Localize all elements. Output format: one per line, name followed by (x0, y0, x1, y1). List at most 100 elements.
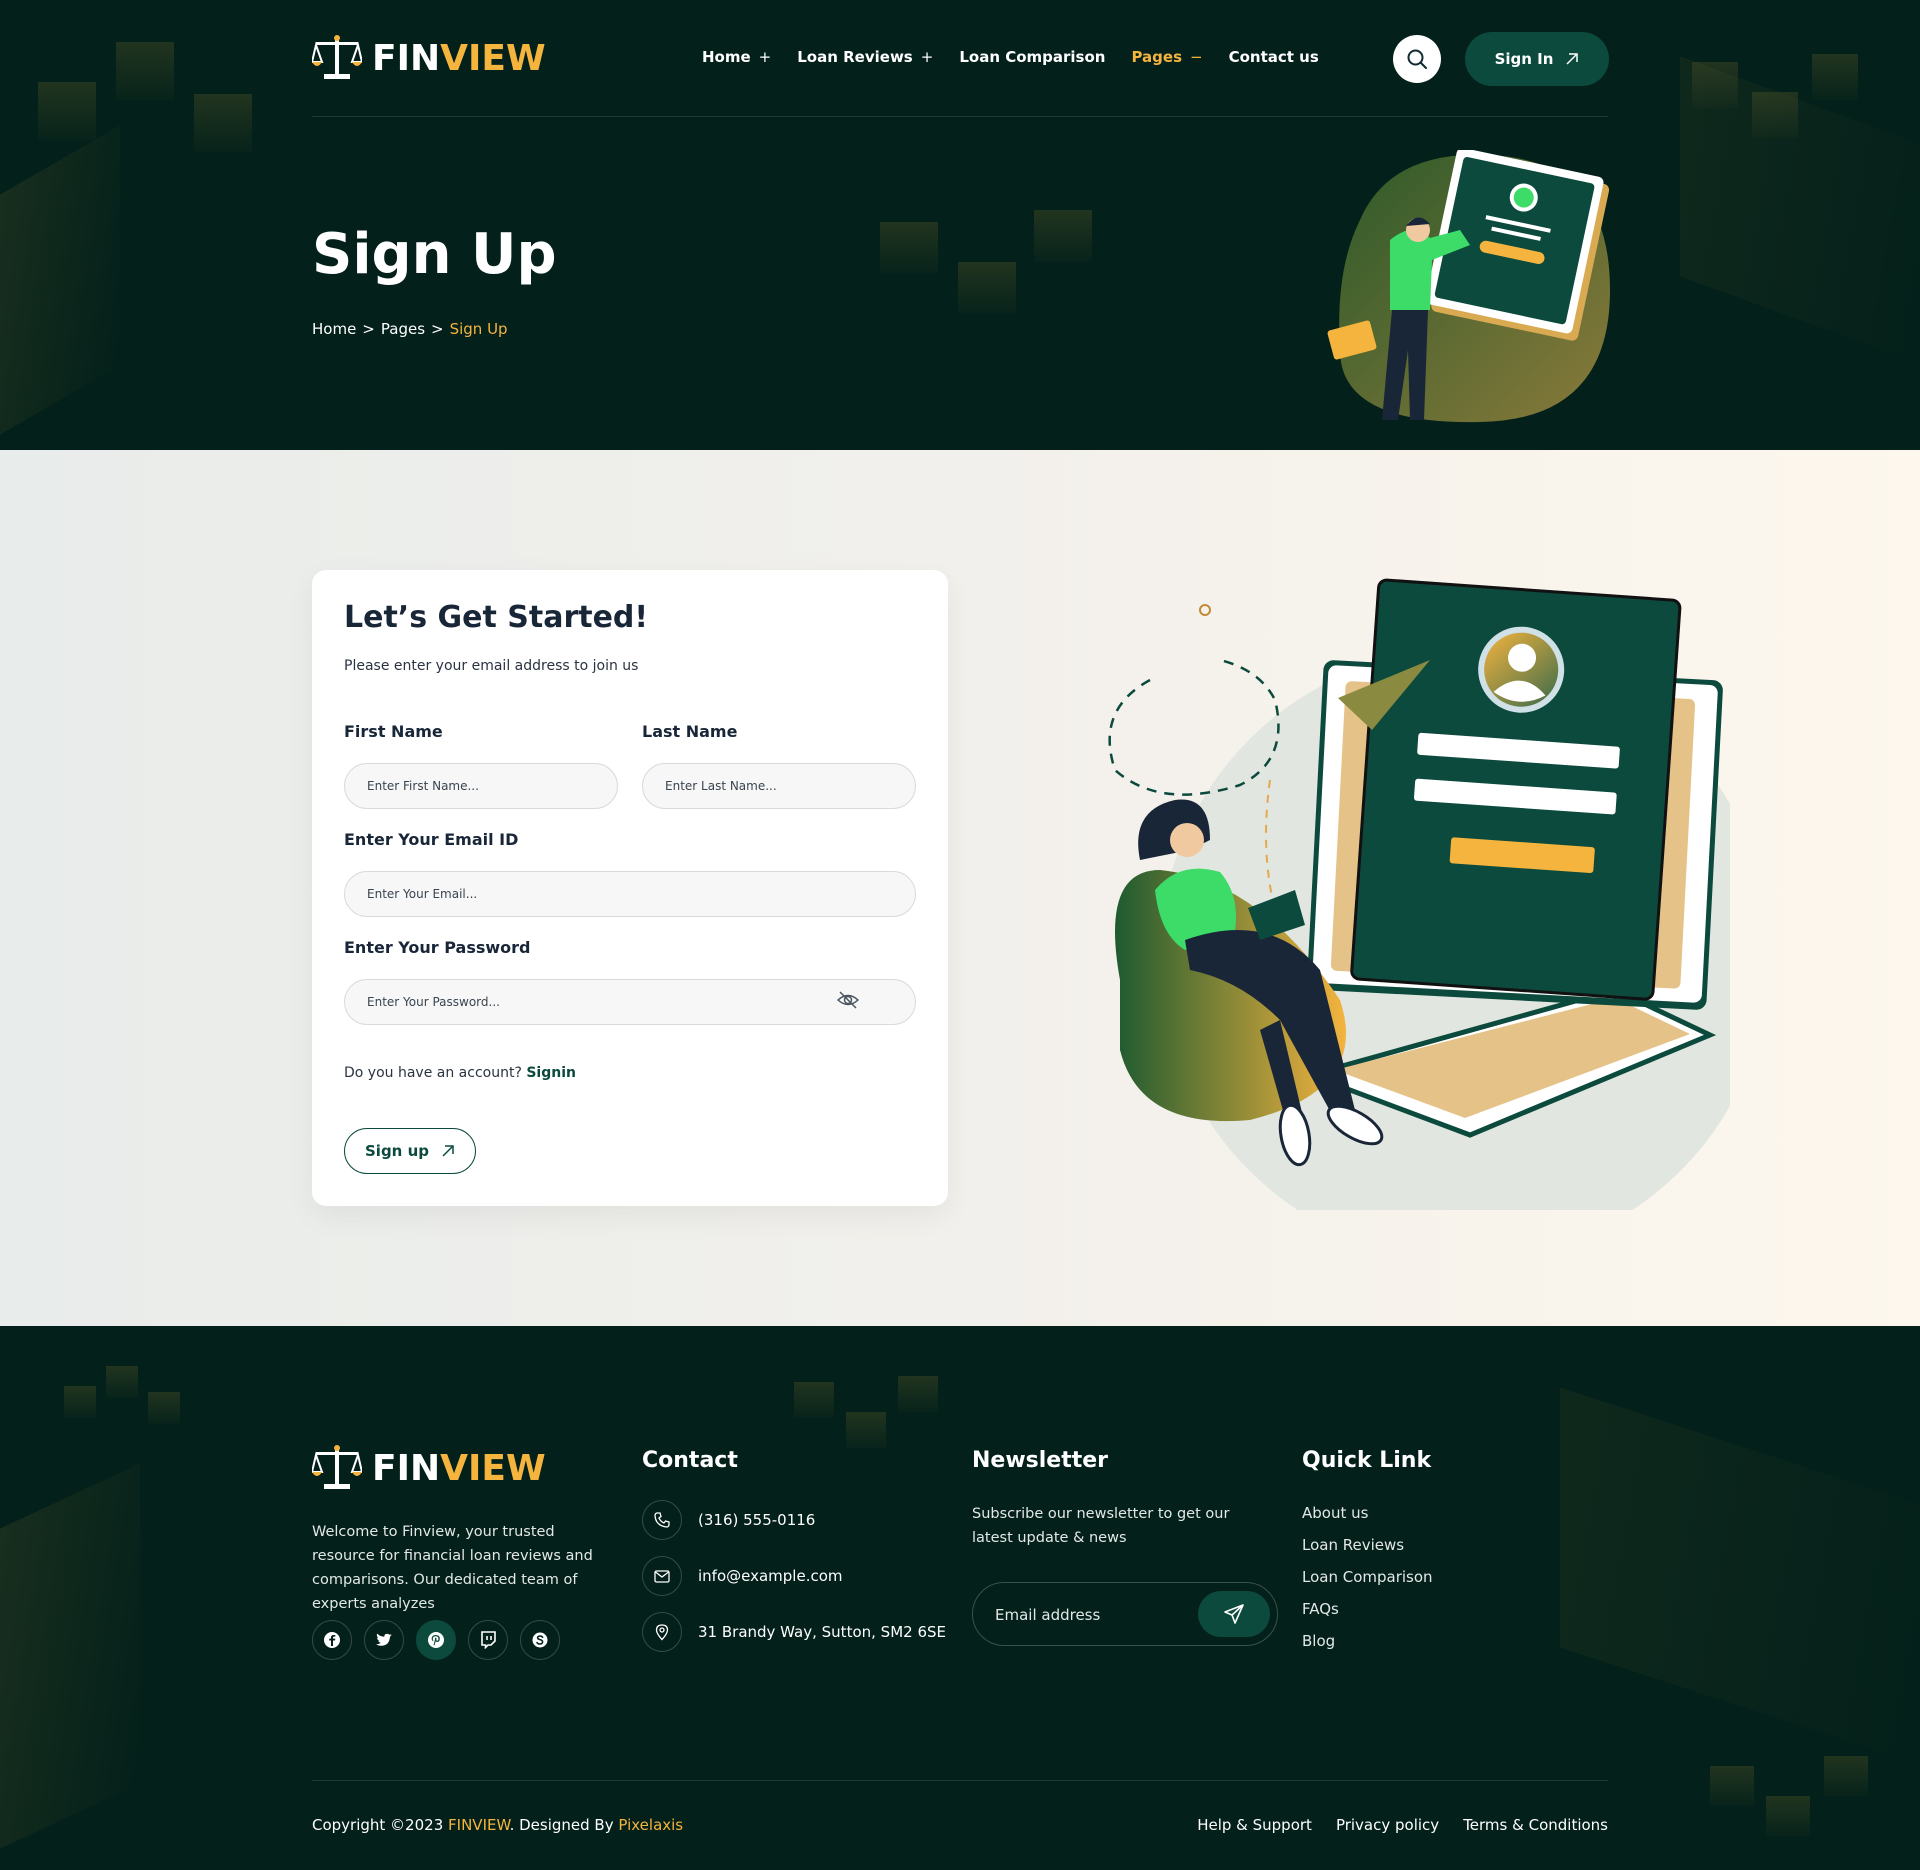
nav-item-pages[interactable]: Pages − (1131, 48, 1202, 66)
breadcrumb-current: Sign Up (449, 320, 508, 338)
site-header: FINVIEW Home + Loan Reviews + Loan Compari… (312, 28, 1609, 88)
facebook-glyph (324, 1632, 340, 1648)
arrow-up-right-icon (442, 1145, 454, 1157)
skype-icon[interactable] (520, 1620, 560, 1660)
plus-icon: + (758, 48, 772, 66)
nav-item-contact[interactable]: Contact us (1229, 48, 1319, 66)
account-prompt: Do you have an account? Signin (344, 1065, 576, 1081)
brand-name-part1: FIN (372, 1447, 441, 1489)
nav-label: Home (702, 48, 751, 66)
email-text: info@example.com (698, 1567, 843, 1585)
sign-in-button[interactable]: Sign In (1465, 32, 1609, 86)
decor-square (794, 1382, 834, 1418)
quick-link-about[interactable]: About us (1302, 1504, 1368, 1522)
last-name-input[interactable] (642, 763, 916, 809)
facebook-icon[interactable] (312, 1620, 352, 1660)
hero-section: FINVIEW Home + Loan Reviews + Loan Compari… (0, 0, 1920, 450)
decor-square (880, 222, 938, 274)
twitch-icon[interactable] (468, 1620, 508, 1660)
decor-square (194, 94, 252, 152)
decor-ray (1560, 1387, 1920, 1765)
signup-button[interactable]: Sign up (344, 1128, 476, 1174)
help-support-link[interactable]: Help & Support (1197, 1816, 1312, 1834)
breadcrumb-separator: > (362, 320, 375, 338)
signin-link[interactable]: Signin (526, 1065, 576, 1081)
first-name-label: First Name (344, 722, 443, 741)
first-name-input[interactable] (344, 763, 618, 809)
designer-link[interactable]: Pixelaxis (618, 1816, 683, 1834)
contact-email[interactable]: info@example.com (642, 1556, 843, 1596)
minus-icon: − (1190, 48, 1203, 66)
location-glyph (655, 1624, 669, 1641)
privacy-policy-link[interactable]: Privacy policy (1336, 1816, 1439, 1834)
password-label: Enter Your Password (344, 938, 531, 957)
decor-ray (0, 1463, 140, 1849)
brand-name: FINVIEW (372, 1448, 546, 1489)
decor-square (898, 1376, 938, 1412)
signup-label: Sign up (365, 1142, 429, 1160)
nav-label: Loan Comparison (959, 48, 1106, 66)
designed-by: . Designed By (509, 1816, 614, 1834)
signup-section: Let’s Get Started! Please enter your ema… (0, 450, 1920, 1326)
skype-glyph (532, 1632, 548, 1648)
newsletter-email-input[interactable] (995, 1603, 1185, 1627)
decor-square (846, 1412, 886, 1448)
site-footer: FINVIEW Welcome to Finview, your trusted… (0, 1326, 1920, 1870)
eye-off-icon[interactable] (836, 988, 860, 1012)
decor-square (148, 1392, 180, 1424)
terms-conditions-link[interactable]: Terms & Conditions (1463, 1816, 1608, 1834)
newsletter-heading: Newsletter (972, 1448, 1109, 1473)
pinterest-icon[interactable] (416, 1620, 456, 1660)
sign-in-label: Sign In (1494, 50, 1554, 68)
nav-item-loan-reviews[interactable]: Loan Reviews + (797, 48, 933, 66)
brand-logo[interactable]: FINVIEW (312, 34, 546, 82)
quick-link-heading: Quick Link (1302, 1448, 1432, 1473)
header-divider (312, 116, 1608, 117)
arrow-up-right-icon (1566, 53, 1579, 65)
form-title: Let’s Get Started! (344, 600, 649, 635)
breadcrumb-separator: > (431, 320, 444, 338)
contact-address: 31 Brandy Way, Sutton, SM2 6SE (642, 1612, 946, 1652)
phone-glyph (654, 1512, 670, 1528)
quick-link-loan-reviews[interactable]: Loan Reviews (1302, 1536, 1404, 1554)
contact-phone[interactable]: (316) 555-0116 (642, 1500, 815, 1540)
phone-icon (642, 1500, 682, 1540)
form-subtitle: Please enter your email address to join … (344, 658, 639, 674)
twitter-icon[interactable] (364, 1620, 404, 1660)
decor-square (1034, 210, 1092, 262)
search-button[interactable] (1393, 35, 1441, 83)
password-input[interactable] (344, 979, 916, 1025)
signup-illustration (1108, 578, 1730, 1210)
decor-square (116, 42, 174, 100)
newsletter-submit-button[interactable] (1198, 1591, 1270, 1637)
decor-square (1710, 1766, 1754, 1806)
nav-label: Pages (1131, 48, 1183, 66)
decor-ray (0, 125, 120, 435)
footer-logo[interactable]: FINVIEW (312, 1444, 546, 1492)
decor-square (106, 1366, 138, 1398)
twitch-glyph (481, 1631, 496, 1649)
brand-name-part2: VIEW (440, 1447, 546, 1489)
nav-label: Loan Reviews (797, 48, 913, 66)
decor-square (1812, 54, 1858, 100)
decor-square (1766, 1796, 1810, 1836)
hero-illustration (1327, 150, 1610, 423)
copyright-brand[interactable]: FINVIEW (448, 1816, 510, 1834)
quick-link-blog[interactable]: Blog (1302, 1632, 1335, 1650)
newsletter-form (972, 1582, 1278, 1646)
quick-link-faqs[interactable]: FAQs (1302, 1600, 1339, 1618)
page-title: Sign Up (312, 222, 557, 287)
social-links (312, 1620, 560, 1660)
breadcrumb: Home > Pages > Sign Up (312, 320, 508, 338)
contact-heading: Contact (642, 1448, 738, 1473)
copyright: Copyright ©2023 FINVIEW. Designed By Pix… (312, 1816, 683, 1834)
main-nav: Home + Loan Reviews + Loan Comparison Page… (702, 48, 1319, 66)
nav-item-loan-comparison[interactable]: Loan Comparison (959, 48, 1105, 66)
quick-link-loan-comparison[interactable]: Loan Comparison (1302, 1568, 1433, 1586)
email-input[interactable] (344, 871, 916, 917)
brand-name: FINVIEW (372, 38, 546, 79)
nav-item-home[interactable]: Home + (702, 48, 771, 66)
breadcrumb-home[interactable]: Home (312, 320, 356, 338)
search-icon (1407, 49, 1427, 69)
breadcrumb-pages[interactable]: Pages (381, 320, 425, 338)
